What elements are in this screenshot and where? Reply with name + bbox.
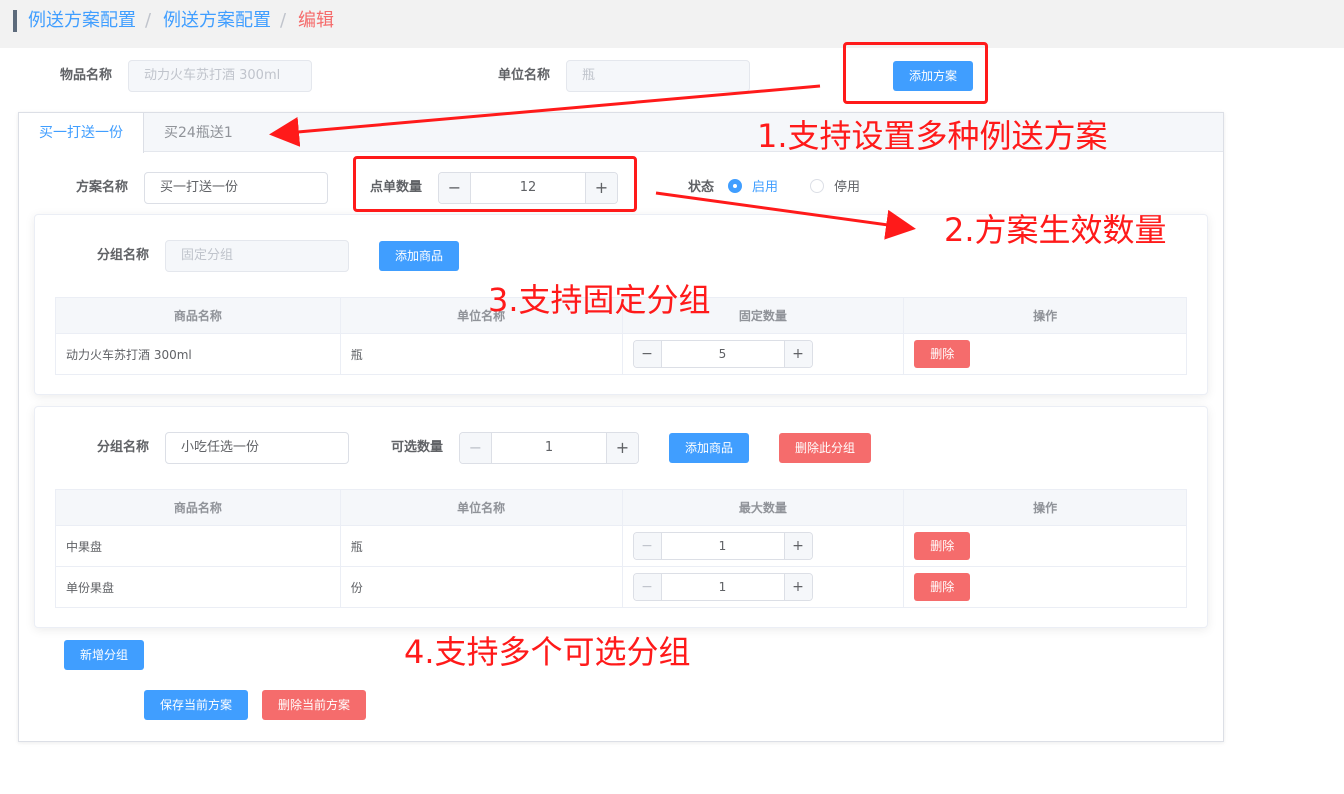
annotation-arrows — [269, 84, 916, 240]
annotation-note-1: 1.支持设置多种例送方案 — [757, 117, 1108, 155]
arrow-to-note-2 — [655, 191, 916, 240]
annotation-note-4: 4.支持多个可选分组 — [404, 633, 691, 671]
annotation-note-2: 2.方案生效数量 — [944, 211, 1167, 249]
annotation-note-3: 3.支持固定分组 — [488, 281, 711, 319]
arrow-to-tab — [269, 84, 821, 147]
